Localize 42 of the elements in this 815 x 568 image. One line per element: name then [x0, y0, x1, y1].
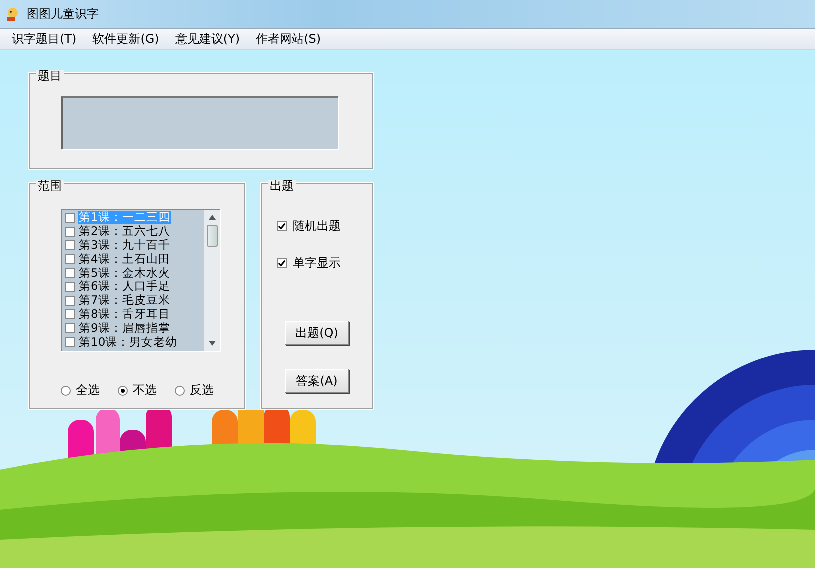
- question-field[interactable]: [61, 96, 339, 150]
- setting-checkbox[interactable]: 随机出题: [277, 217, 373, 235]
- scroll-down-icon[interactable]: [208, 341, 216, 346]
- checkbox[interactable]: [65, 323, 75, 334]
- checkbox[interactable]: [65, 282, 75, 292]
- lesson-item[interactable]: 第3课：九十百千: [78, 238, 172, 252]
- lesson-item[interactable]: 第9课：眉唇指掌: [78, 322, 172, 335]
- lesson-item[interactable]: 第8课：舌牙耳目: [78, 308, 172, 321]
- menu-item[interactable]: 软件更新(G): [84, 30, 168, 48]
- scroll-thumb[interactable]: [206, 225, 218, 247]
- menu-item[interactable]: 识字题目(T): [4, 30, 85, 48]
- setting-checkbox[interactable]: 单字显示: [277, 254, 373, 272]
- scrollbar[interactable]: [204, 210, 220, 351]
- checkbox[interactable]: [65, 240, 75, 250]
- menu-item[interactable]: 作者网站(S): [248, 30, 330, 48]
- menu-item[interactable]: 意见建议(Y): [167, 30, 248, 48]
- checkbox[interactable]: [65, 337, 75, 348]
- checkbox[interactable]: [65, 212, 75, 223]
- window-title: 图图儿童识字: [27, 6, 99, 22]
- lesson-item[interactable]: 第6课：人口手足: [78, 280, 172, 294]
- checkbox[interactable]: [65, 268, 75, 278]
- group-label: 出题: [268, 180, 296, 192]
- check-icon: [278, 222, 286, 230]
- checkbox[interactable]: [65, 309, 75, 320]
- radio-option[interactable]: 反选: [175, 382, 214, 399]
- scroll-up-icon[interactable]: [208, 215, 216, 220]
- radio-option[interactable]: 全选: [61, 382, 100, 399]
- quiz-button[interactable]: 答案(A): [285, 369, 349, 393]
- app-icon: [5, 6, 21, 22]
- checkbox[interactable]: [65, 254, 75, 264]
- radio-option[interactable]: 不选: [118, 382, 157, 399]
- quiz-button[interactable]: 出题(Q): [285, 321, 349, 345]
- group-label: 题目: [36, 70, 64, 82]
- lesson-item[interactable]: 第5课：金木水火: [78, 266, 172, 280]
- checkbox[interactable]: [65, 226, 75, 237]
- check-icon: [278, 258, 286, 268]
- lesson-item[interactable]: 第10课：男女老幼: [78, 336, 179, 349]
- lesson-item[interactable]: 第4课：土石山田: [78, 252, 172, 266]
- lesson-item[interactable]: 第2课：五六七八: [78, 225, 172, 238]
- lesson-item[interactable]: 第7课：毛皮豆米: [78, 294, 172, 308]
- group-label: 范围: [36, 180, 64, 192]
- checkbox[interactable]: [65, 296, 75, 306]
